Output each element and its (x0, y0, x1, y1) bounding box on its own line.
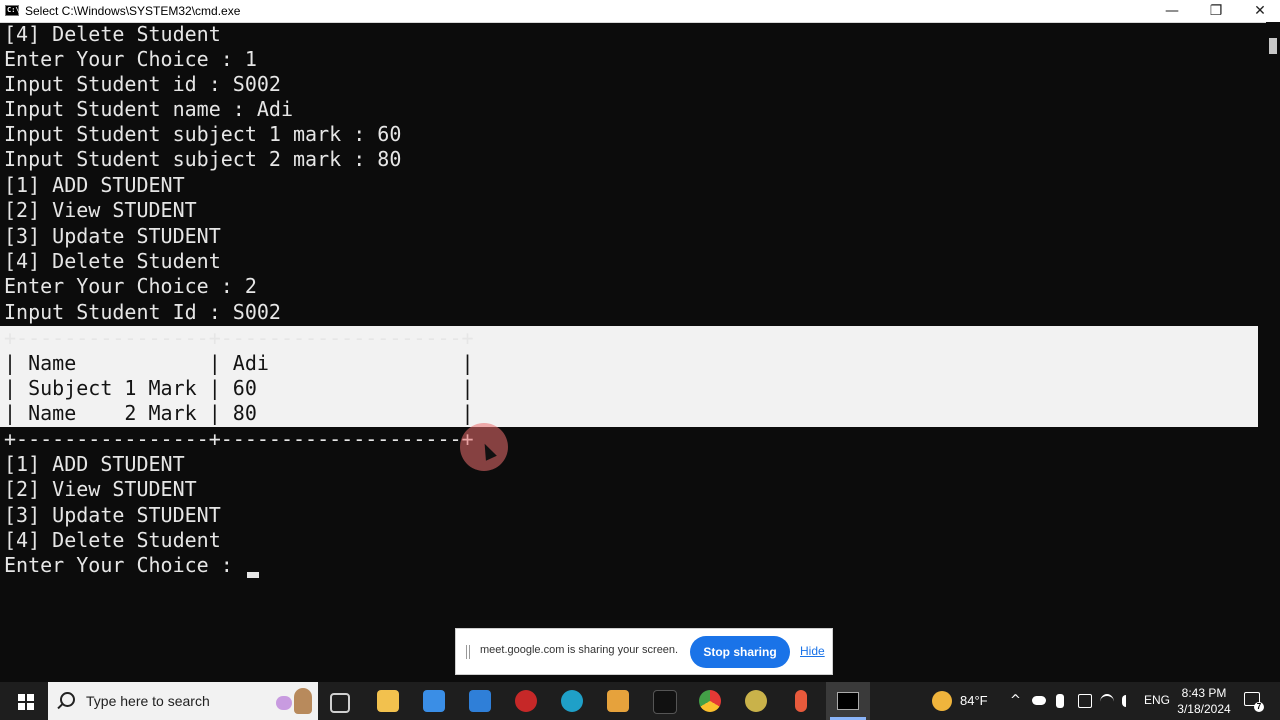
search-icon (60, 692, 75, 707)
taskbar: Type here to search 84°F ^ ENG 8:43 PM 3… (0, 682, 1280, 720)
console-line: [2] View STUDENT (4, 198, 197, 222)
minimize-button[interactable]: — (1150, 0, 1194, 22)
search-highlight-bunny-icon (294, 688, 312, 714)
table-border-bottom: +----------------+--------------------+ (4, 427, 474, 451)
onedrive-cloud-icon[interactable] (1032, 696, 1046, 705)
mail-icon[interactable] (469, 690, 491, 712)
cmd-icon: C:\ (5, 5, 20, 16)
console-prompt[interactable]: Enter Your Choice : (4, 553, 245, 578)
task-view-icon[interactable] (330, 693, 350, 713)
console-line: Input Student subject 1 mark : 60 (4, 122, 402, 146)
window-title: Select C:\Windows\SYSTEM32\cmd.exe (25, 4, 241, 18)
console-line: [1] ADD STUDENT (4, 452, 185, 476)
vertical-scrollbar[interactable] (1266, 22, 1280, 680)
cmd-taskbar-icon (837, 692, 859, 710)
edge-icon[interactable] (561, 690, 583, 712)
table-border-top: +----------------+--------------------+ (4, 326, 474, 350)
console-line: Enter Your Choice : 1 (4, 47, 257, 71)
input-method-icon[interactable] (1078, 694, 1092, 708)
microphone-tray-icon[interactable] (1056, 694, 1064, 708)
scrollbar-thumb[interactable] (1269, 38, 1277, 54)
hide-link[interactable]: Hide (800, 644, 825, 658)
console-line: Input Student subject 2 mark : 80 (4, 147, 402, 171)
clock-time: 8:43 PM (1181, 686, 1227, 700)
console-line: [3] Update STUDENT (4, 224, 221, 248)
antivirus-icon[interactable] (515, 690, 537, 712)
language-indicator[interactable]: ENG (1144, 693, 1170, 707)
console-line: Enter Your Choice : 2 (4, 274, 257, 298)
volume-icon[interactable] (1122, 695, 1134, 707)
search-highlight-egg-icon (276, 696, 292, 710)
notification-count-badge: 7 (1254, 702, 1264, 712)
clock[interactable]: 8:43 PM 3/18/2024 (1176, 685, 1232, 717)
table-row: | Name 2 Mark | 80 | (4, 401, 474, 425)
console-line: Input Student Id : S002 (4, 300, 281, 324)
temperature-label[interactable]: 84°F (960, 693, 988, 708)
badge-app-icon[interactable] (607, 690, 629, 712)
console-line: [2] View STUDENT (4, 477, 197, 501)
game-app-icon[interactable] (745, 690, 767, 712)
maximize-button[interactable]: ❐ (1194, 0, 1238, 22)
table-row: | Name | Adi | (4, 351, 474, 375)
console-line: [3] Update STUDENT (4, 503, 221, 527)
chrome-icon[interactable] (699, 690, 721, 712)
console-output[interactable]: [4] Delete Student Enter Your Choice : 1… (0, 22, 1266, 680)
windows-start-icon[interactable] (18, 694, 34, 710)
weather-icon[interactable] (932, 691, 952, 711)
tiktok-icon[interactable] (653, 690, 677, 714)
search-placeholder: Type here to search (86, 693, 210, 709)
close-button[interactable]: ✕ (1238, 0, 1280, 22)
screen-share-bar: meet.google.com is sharing your screen. … (455, 628, 833, 675)
text-cursor (247, 572, 259, 578)
console-line: [4] Delete Student (4, 22, 221, 46)
tray-chevron-icon[interactable]: ^ (1010, 692, 1021, 710)
microphone-icon[interactable] (795, 690, 807, 712)
stop-sharing-button[interactable]: Stop sharing (690, 636, 790, 668)
microsoft-store-icon[interactable] (423, 690, 445, 712)
share-message: meet.google.com is sharing your screen. (480, 644, 679, 656)
console-line: Input Student name : Adi (4, 97, 293, 121)
clock-date: 3/18/2024 (1177, 702, 1231, 716)
window-title-bar: C:\ Select C:\Windows\SYSTEM32\cmd.exe —… (0, 0, 1280, 23)
wifi-icon[interactable] (1100, 694, 1114, 710)
console-line: Input Student id : S002 (4, 72, 281, 96)
file-explorer-icon[interactable] (377, 690, 399, 712)
drag-handle-icon[interactable] (466, 645, 470, 659)
table-row: | Subject 1 Mark | 60 | (4, 376, 474, 400)
console-line: [4] Delete Student (4, 528, 221, 552)
console-line: [4] Delete Student (4, 249, 221, 273)
console-line: [1] ADD STUDENT (4, 173, 185, 197)
taskbar-search-box[interactable]: Type here to search (48, 682, 318, 720)
